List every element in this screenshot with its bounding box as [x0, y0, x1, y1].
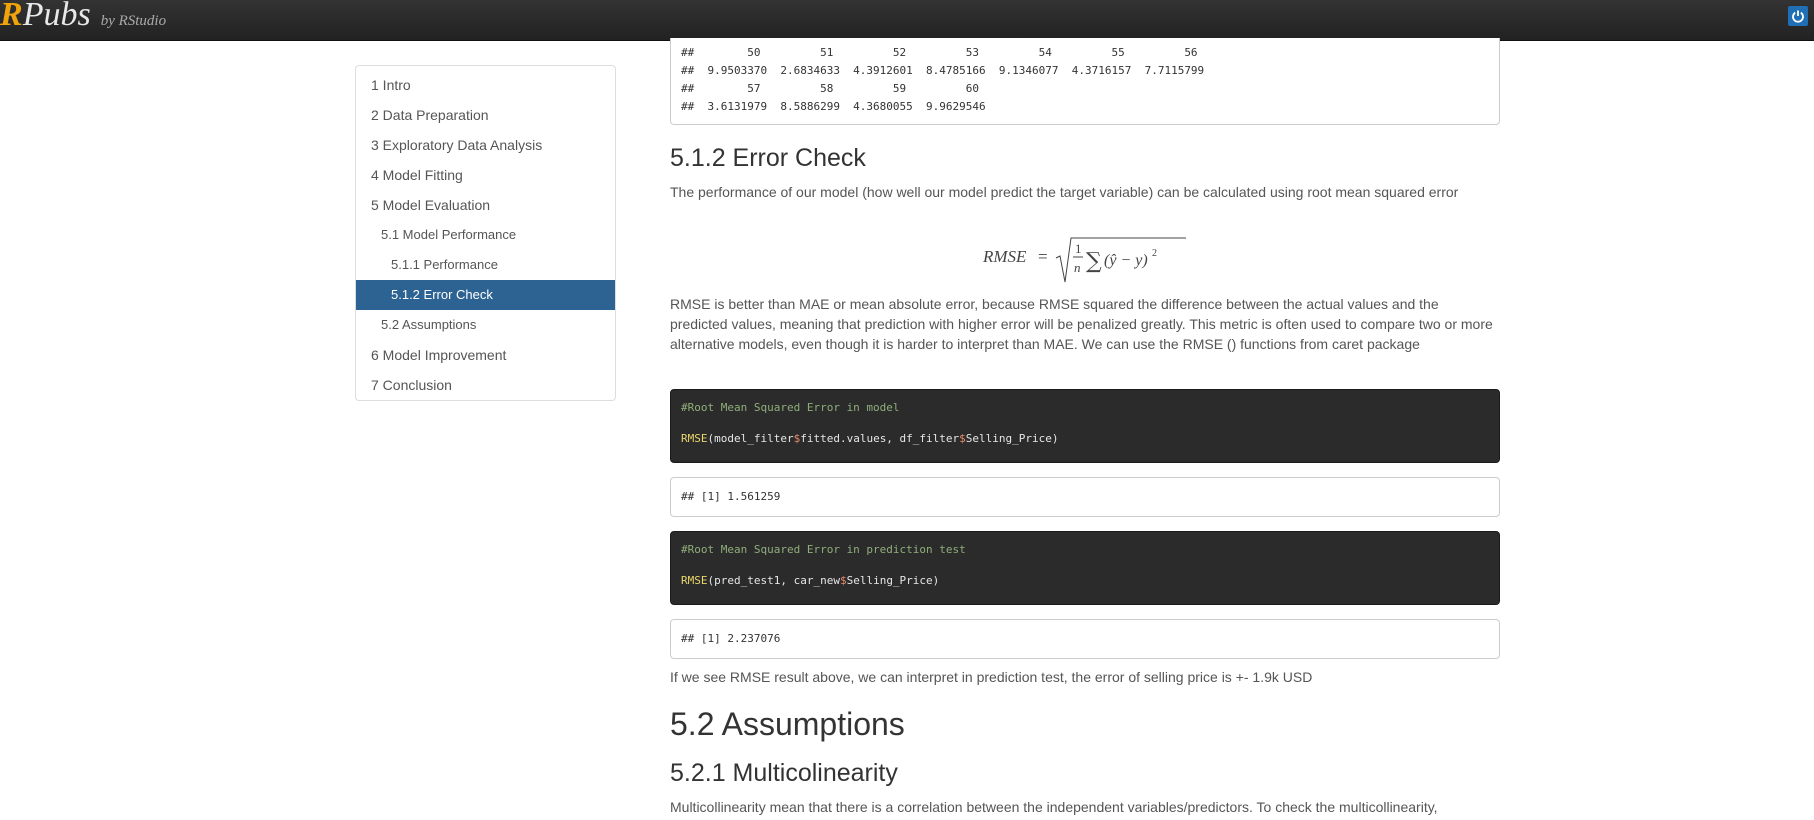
toc-item-model-fitting[interactable]: 4 Model Fitting — [356, 160, 615, 190]
output-line: ## 3.6131979 8.5886299 4.3680055 9.96295… — [681, 100, 986, 113]
code-args: fitted.values, df_filter — [800, 432, 960, 445]
output-line: ## 57 58 59 60 — [681, 82, 980, 95]
code-args: (pred_test1, car_new — [707, 574, 840, 587]
output-line: ## [1] 2.237076 — [681, 632, 781, 645]
svg-text:2: 2 — [1152, 248, 1157, 259]
logo-r: R — [0, 0, 23, 33]
output-line: ## [1] 1.561259 — [681, 490, 781, 503]
output-line: ## 9.9503370 2.6834633 4.3912601 8.47851… — [681, 64, 1205, 77]
output-line: ## 50 51 52 53 54 55 56 — [681, 46, 1198, 59]
output-block-predictions: ## 50 51 52 53 54 55 56 ## 9.9503370 2.6… — [670, 38, 1500, 125]
code-comment: #Root Mean Squared Error in prediction t… — [681, 543, 966, 556]
code-args: Selling_Price) — [965, 432, 1059, 445]
toc-item-model-performance[interactable]: 5.1 Model Performance — [356, 220, 615, 250]
code-block-rmse-model: #Root Mean Squared Error in model RMSE(m… — [670, 389, 1500, 463]
svg-text:∑: ∑ — [1086, 249, 1102, 274]
rpubs-logo[interactable]: R Pubs by RStudio — [0, 0, 166, 36]
power-button[interactable] — [1788, 6, 1808, 26]
code-function: RMSE — [681, 432, 708, 445]
paragraph-interpretation: If we see RMSE result above, we can inte… — [670, 669, 1313, 685]
output-block-rmse-model: ## [1] 1.561259 — [670, 477, 1500, 517]
table-of-contents: 1 Intro 2 Data Preparation 3 Exploratory… — [355, 65, 616, 401]
logo-pubs: Pubs — [22, 0, 91, 33]
toc-item-data-preparation[interactable]: 2 Data Preparation — [356, 100, 615, 130]
output-block-rmse-prediction: ## [1] 2.237076 — [670, 619, 1500, 659]
code-args: Selling_Price) — [846, 574, 940, 587]
toc-item-performance[interactable]: 5.1.1 Performance — [356, 250, 615, 280]
code-block-rmse-prediction: #Root Mean Squared Error in prediction t… — [670, 531, 1500, 605]
code-function: RMSE — [681, 574, 708, 587]
toc-item-assumptions[interactable]: 5.2 Assumptions — [356, 310, 615, 340]
toc-item-conclusion[interactable]: 7 Conclusion — [356, 370, 615, 400]
toc-item-model-improvement[interactable]: 6 Model Improvement — [356, 340, 615, 370]
paragraph-multicollinearity: Multicollinearity mean that there is a c… — [670, 799, 1438, 815]
power-icon — [1792, 10, 1804, 23]
heading-error-check: 5.1.2 Error Check — [670, 144, 866, 172]
svg-text:(ŷ − y): (ŷ − y) — [1104, 252, 1148, 269]
svg-text:n: n — [1074, 260, 1081, 275]
logo-by-rstudio: by RStudio — [100, 13, 167, 29]
code-args: (model_filter — [707, 432, 794, 445]
top-bar: R Pubs by RStudio — [0, 0, 1814, 41]
heading-assumptions: 5.2 Assumptions — [670, 706, 905, 742]
formula-lhs: RMSE — [982, 247, 1027, 266]
paragraph-error-check-intro: The performance of our model (how well o… — [670, 184, 1459, 200]
svg-text:1: 1 — [1075, 241, 1082, 256]
toc-item-error-check[interactable]: 5.1.2 Error Check — [356, 280, 615, 310]
heading-multicolinearity: 5.2.1 Multicolinearity — [670, 759, 898, 787]
svg-text:=: = — [1038, 247, 1048, 266]
toc-item-model-evaluation[interactable]: 5 Model Evaluation — [356, 190, 615, 220]
rmse-formula: RMSE = 1 n ∑ (ŷ − y) 2 — [982, 237, 1186, 283]
toc-item-intro[interactable]: 1 Intro — [356, 70, 615, 100]
paragraph-rmse-explanation: RMSE is better than MAE or mean absolute… — [670, 296, 1493, 352]
code-comment: #Root Mean Squared Error in model — [681, 401, 900, 414]
toc-item-exploratory-data-analysis[interactable]: 3 Exploratory Data Analysis — [356, 130, 615, 160]
